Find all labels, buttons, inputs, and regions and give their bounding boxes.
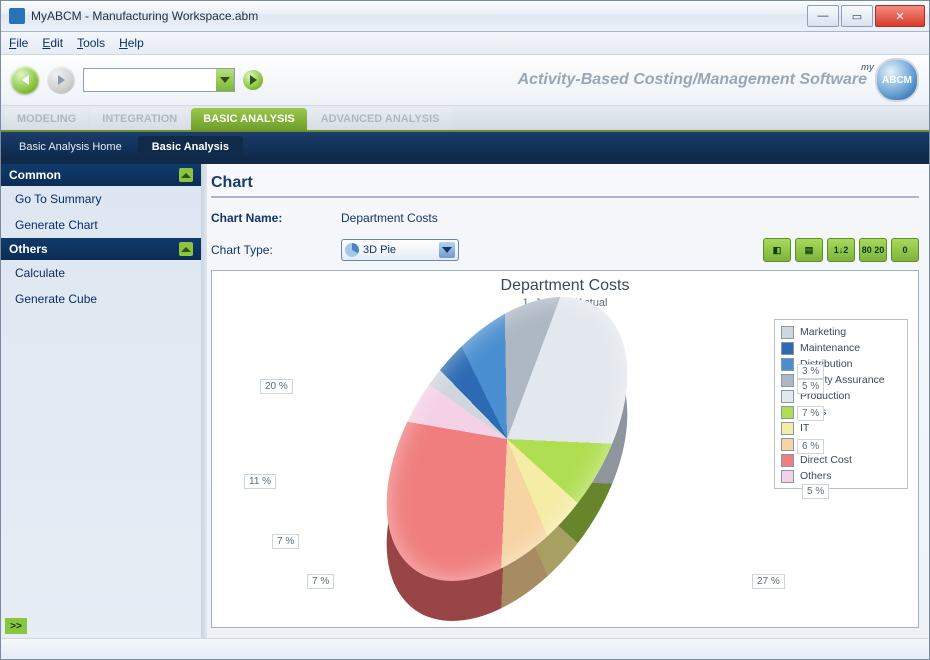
chart-area: Department Costs 1. January/Actual Marke…	[211, 270, 919, 628]
slice-label: 7 %	[307, 574, 334, 589]
legend-swatch	[781, 374, 794, 387]
legend-item[interactable]: Direct Cost	[781, 452, 901, 468]
legend-swatch	[781, 406, 794, 419]
sub-tabstrip: Basic Analysis Home Basic Analysis	[1, 132, 929, 164]
menu-file[interactable]: File	[9, 36, 28, 50]
toolbar: Activity-Based Costing/Management Softwa…	[1, 55, 929, 106]
menu-edit[interactable]: Edit	[42, 36, 63, 50]
legend-label: Others	[800, 470, 832, 482]
legend-swatch	[781, 358, 794, 371]
dropdown-icon	[216, 69, 234, 91]
minimize-button[interactable]: —	[807, 5, 839, 27]
history-combo[interactable]	[83, 68, 235, 92]
chart-type-label: Chart Type:	[211, 243, 341, 257]
maximize-button[interactable]: ▭	[841, 5, 873, 27]
subtab-home[interactable]: Basic Analysis Home	[5, 136, 136, 158]
application-window: MyABCM - Manufacturing Workspace.abm — ▭…	[0, 0, 930, 660]
brand-logo: ABCM	[875, 58, 919, 102]
sidebar-item-calculate[interactable]: Calculate	[1, 260, 201, 286]
tab-modeling[interactable]: MODELING	[5, 108, 88, 130]
nav-back-button[interactable]	[11, 66, 39, 94]
slice-label: 7 %	[272, 534, 299, 549]
arrow-right-icon	[58, 75, 65, 85]
sidebar-header-common[interactable]: Common	[1, 164, 201, 186]
slice-label: 11 %	[244, 474, 276, 489]
tool-btn-zero[interactable]: 0	[891, 238, 919, 262]
chart-type-select[interactable]: 3D Pie	[341, 239, 459, 261]
sidebar-item-summary[interactable]: Go To Summary	[1, 186, 201, 212]
legend-swatch	[781, 326, 794, 339]
subtab-basic-analysis[interactable]: Basic Analysis	[138, 136, 243, 158]
legend-item[interactable]: IT	[781, 420, 901, 436]
module-tabstrip: MODELING INTEGRATION BASIC ANALYSIS ADVA…	[1, 106, 929, 132]
panel-header: Chart	[211, 170, 919, 198]
legend-item[interactable]: Maintenance	[781, 340, 901, 356]
sidebar-header-label: Others	[9, 242, 48, 256]
go-button[interactable]	[243, 70, 263, 90]
body: Common Go To Summary Generate Chart Othe…	[1, 164, 929, 638]
slice-label: 3 %	[797, 364, 824, 379]
close-button[interactable]: ✕	[875, 5, 925, 27]
nav-forward-button[interactable]	[47, 66, 75, 94]
legend-swatch	[781, 422, 794, 435]
legend-item[interactable]: Others	[781, 468, 901, 484]
legend-label: Direct Cost	[800, 454, 852, 466]
legend-swatch	[781, 342, 794, 355]
main-panel: Chart Chart Name: Department Costs Chart…	[207, 164, 929, 638]
chart-name-label: Chart Name:	[211, 211, 341, 225]
chart-name-value: Department Costs	[341, 211, 438, 225]
pie-chart	[347, 344, 667, 574]
legend-swatch	[781, 438, 794, 451]
slice-label: 7 %	[797, 406, 824, 421]
panel-title: Chart	[211, 174, 253, 192]
sidebar-header-label: Common	[9, 168, 61, 182]
slice-label: 27 %	[752, 574, 785, 589]
tool-btn-2[interactable]: ▤	[795, 238, 823, 262]
collapse-icon	[179, 168, 193, 182]
play-icon	[250, 75, 257, 85]
chart-body: MarketingMaintenanceDistributionQuality …	[212, 309, 918, 627]
chart-title: Department Costs	[212, 277, 918, 295]
legend-label: Maintenance	[800, 342, 860, 354]
menubar: File Edit Tools Help	[1, 32, 929, 55]
app-icon	[9, 8, 25, 24]
sidebar-item-generate-cube[interactable]: Generate Cube	[1, 286, 201, 312]
sidebar-header-others[interactable]: Others	[1, 238, 201, 260]
chart-legend: MarketingMaintenanceDistributionQuality …	[774, 319, 908, 489]
slice-label: 5 %	[797, 379, 824, 394]
tool-btn-8020[interactable]: 80 20	[859, 238, 887, 262]
tab-advanced-analysis[interactable]: ADVANCED ANALYSIS	[309, 108, 452, 130]
slice-label: 6 %	[797, 439, 824, 454]
sidebar-item-generate-chart[interactable]: Generate Chart	[1, 212, 201, 238]
legend-label: IT	[800, 422, 809, 434]
status-bar	[1, 638, 929, 659]
legend-label: Marketing	[800, 326, 846, 338]
collapse-icon	[179, 242, 193, 256]
tool-btn-1[interactable]: ◧	[763, 238, 791, 262]
slice-label: 20 %	[260, 379, 293, 394]
tool-btn-sort[interactable]: 1↓2	[827, 238, 855, 262]
legend-swatch	[781, 454, 794, 467]
dropdown-icon	[439, 242, 455, 258]
legend-swatch	[781, 470, 794, 483]
pie-icon	[345, 243, 359, 257]
tab-integration[interactable]: INTEGRATION	[90, 108, 189, 130]
arrow-left-icon	[22, 75, 29, 85]
chart-type-value: 3D Pie	[363, 244, 396, 256]
legend-swatch	[781, 390, 794, 403]
tab-basic-analysis[interactable]: BASIC ANALYSIS	[191, 108, 306, 130]
menu-tools[interactable]: Tools	[77, 36, 105, 50]
chart-toolbar: ◧ ▤ 1↓2 80 20 0	[763, 238, 919, 262]
titlebar: MyABCM - Manufacturing Workspace.abm — ▭…	[1, 1, 929, 32]
legend-item[interactable]: Marketing	[781, 324, 901, 340]
slice-label: 5 %	[802, 484, 829, 499]
window-title: MyABCM - Manufacturing Workspace.abm	[31, 9, 807, 23]
sidebar: Common Go To Summary Generate Chart Othe…	[1, 164, 201, 638]
sidebar-expand-button[interactable]: >>	[5, 618, 27, 634]
menu-help[interactable]: Help	[119, 36, 144, 50]
brand-tagline: Activity-Based Costing/Management Softwa…	[518, 71, 867, 89]
